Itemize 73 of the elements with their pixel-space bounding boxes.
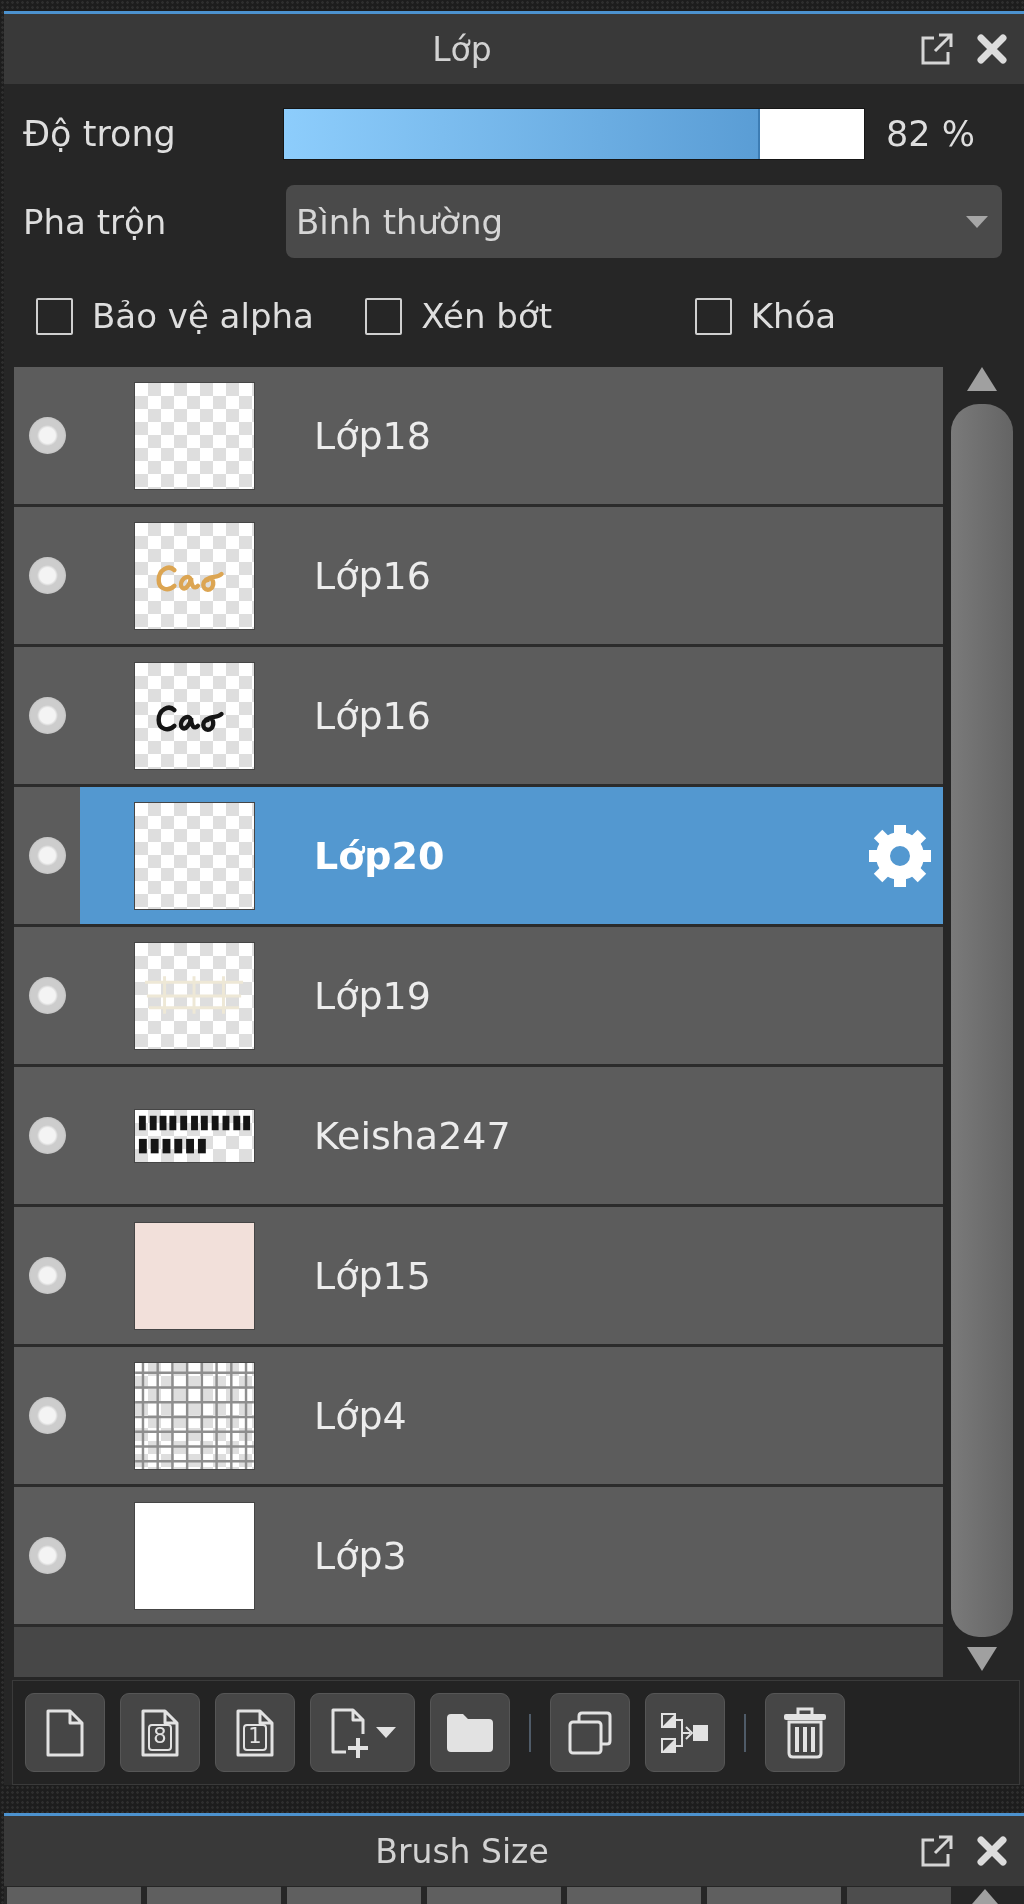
brush-size-tile[interactable] <box>847 1887 951 1904</box>
folder-button[interactable] <box>430 1693 510 1772</box>
layer-name: Lớp19 <box>314 973 432 1018</box>
blend-mode-dropdown[interactable]: Bình thường <box>286 185 1002 258</box>
page-icon <box>45 1707 85 1758</box>
visibility-dot[interactable] <box>28 1537 66 1574</box>
checkbox-label: Bảo vệ alpha <box>92 296 314 336</box>
visibility-dot[interactable] <box>28 1397 66 1434</box>
add-layer-menu-button[interactable] <box>310 1693 415 1772</box>
brush-size-tile[interactable] <box>147 1887 281 1904</box>
brush-size-tile[interactable] <box>427 1887 561 1904</box>
layer-row[interactable]: Lớp15 <box>14 1207 943 1347</box>
layer-name: Lớp16 <box>314 693 432 738</box>
numbered-layer-button[interactable]: 8 <box>120 1693 200 1772</box>
caret-icon <box>966 215 988 228</box>
page-icon <box>235 1707 275 1758</box>
close-icon[interactable] <box>977 34 1007 64</box>
layer-row[interactable]: Lớp3 <box>14 1487 943 1627</box>
scroll-down-icon[interactable] <box>967 1647 997 1671</box>
layer-row[interactable]: Lớp18 <box>14 367 943 507</box>
popout-icon[interactable] <box>920 1834 954 1868</box>
duplicate-button[interactable] <box>550 1693 630 1772</box>
opacity-label: Độ trong <box>23 114 177 154</box>
scroll-up-icon[interactable] <box>967 367 997 391</box>
visibility-dot[interactable] <box>28 1257 66 1294</box>
checkbox[interactable] <box>694 297 732 335</box>
page-plus-icon <box>329 1706 370 1759</box>
layer-row[interactable]: Lớp4 <box>14 1347 943 1487</box>
checkbox-label: Xén bớt <box>421 296 553 336</box>
page-icon <box>140 1707 180 1758</box>
close-icon[interactable] <box>977 1836 1007 1866</box>
opacity-slider[interactable] <box>283 108 865 160</box>
layer-row[interactable]: Lớp16 <box>14 647 943 787</box>
panel-title: Brush Size <box>374 1831 550 1871</box>
visibility-dot[interactable] <box>28 837 66 874</box>
popout-icon[interactable] <box>920 32 954 66</box>
visibility-dot[interactable] <box>28 417 66 454</box>
layer-row[interactable]: Keisha247 <box>14 1067 943 1207</box>
layer-name: Lớp20 <box>314 833 446 878</box>
new-layer-button[interactable] <box>25 1693 105 1772</box>
layer-name: Lớp18 <box>314 413 432 458</box>
folder-icon <box>445 1712 495 1753</box>
brush-size-tile[interactable] <box>707 1887 841 1904</box>
layer-row[interactable]: Lớp20 <box>14 787 943 927</box>
blend-mode-label: Pha trộn <box>23 201 168 242</box>
layer-name: Keisha247 <box>314 1113 512 1158</box>
brush-size-tile[interactable] <box>287 1887 421 1904</box>
layer-row[interactable]: Lớp19 <box>14 927 943 1067</box>
opacity-value: 82 % <box>886 114 975 154</box>
layer-name: Lớp3 <box>314 1533 408 1578</box>
layer-name: Lớp4 <box>314 1393 408 1438</box>
brush-size-tile[interactable] <box>567 1887 701 1904</box>
visibility-dot[interactable] <box>28 1117 66 1154</box>
panel-title: Lớp <box>431 29 493 69</box>
merge-button[interactable] <box>645 1693 725 1772</box>
numbered-layer-button[interactable]: 1 <box>215 1693 295 1772</box>
checkbox[interactable] <box>36 297 73 335</box>
delete-button[interactable] <box>765 1693 845 1772</box>
gear-icon[interactable] <box>869 824 931 887</box>
brush-size-tile[interactable] <box>7 1887 141 1904</box>
visibility-dot[interactable] <box>28 697 66 734</box>
checkbox[interactable] <box>365 297 403 335</box>
stacked-squares-icon <box>567 1709 613 1756</box>
checkbox-label: Khóa <box>750 296 837 336</box>
caret-icon <box>375 1727 396 1738</box>
trash-icon <box>782 1706 828 1759</box>
layer-name: Lớp15 <box>314 1253 432 1298</box>
visibility-dot[interactable] <box>28 557 66 594</box>
layer-row[interactable]: Lớp16 <box>14 507 943 647</box>
layer-name: Lớp16 <box>314 553 432 598</box>
scrollbar-thumb[interactable] <box>951 404 1013 1637</box>
merge-icon <box>660 1711 710 1754</box>
visibility-dot[interactable] <box>28 977 66 1014</box>
